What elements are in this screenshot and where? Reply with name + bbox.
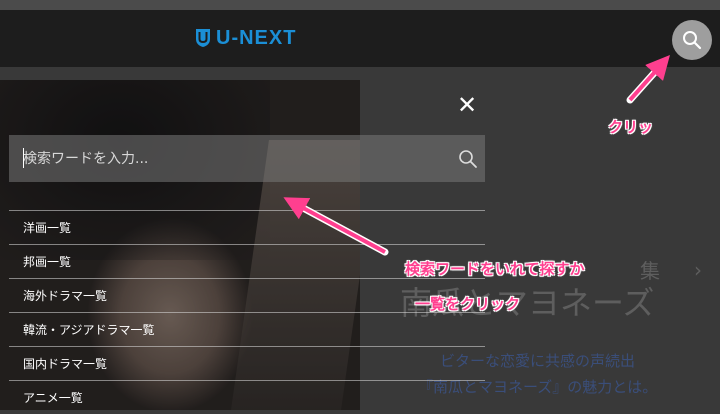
annotation-list: 一覧をクリック — [415, 295, 521, 313]
close-icon[interactable]: ✕ — [455, 93, 479, 117]
search-icon[interactable] — [458, 149, 478, 169]
site-header: U-NEXT — [0, 10, 720, 67]
menu-item-anime[interactable]: アニメ一覧 — [9, 380, 485, 414]
text-caret — [23, 148, 24, 168]
menu-item-western-movies[interactable]: 洋画一覧 — [9, 210, 485, 244]
annotation-search: 検索ワードをいれて探すか — [405, 260, 585, 278]
menu-item-asian-dramas[interactable]: 韓流・アジアドラマ一覧 — [9, 312, 485, 346]
search-field[interactable] — [9, 135, 485, 182]
annotation-click: クリッ — [608, 118, 654, 136]
category-menu: 洋画一覧 邦画一覧 海外ドラマ一覧 韓流・アジアドラマ一覧 国内ドラマ一覧 アニ… — [9, 210, 485, 414]
header-search-button[interactable] — [672, 20, 712, 60]
logo-text: U-NEXT — [216, 26, 297, 49]
chevron-right-icon: › — [694, 258, 702, 282]
menu-item-overseas-dramas[interactable]: 海外ドラマ一覧 — [9, 278, 485, 312]
top-strip — [0, 0, 720, 10]
search-icon — [683, 31, 702, 50]
site-logo[interactable]: U-NEXT — [195, 26, 296, 50]
search-input[interactable] — [9, 135, 429, 182]
shield-logo-icon — [196, 29, 210, 47]
menu-item-domestic-dramas[interactable]: 国内ドラマ一覧 — [9, 346, 485, 380]
